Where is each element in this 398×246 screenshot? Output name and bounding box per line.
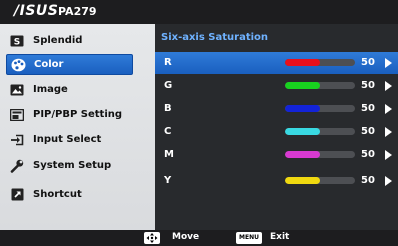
saturation-slider-y[interactable] (285, 177, 355, 184)
row-label: R (164, 57, 172, 68)
menu-item-system-setup[interactable]: System Setup (6, 155, 133, 176)
row-value: 50 (361, 103, 375, 114)
saturation-slider-c[interactable] (285, 128, 355, 135)
brand-logo: /ISUS (14, 3, 59, 19)
saturation-row-r[interactable]: R 50 (155, 52, 398, 74)
menu-item-label: Splendid (33, 35, 83, 46)
pip-pbp-icon (9, 107, 25, 123)
menu-item-label: Shortcut (33, 189, 82, 200)
menu-item-image[interactable]: Image (6, 79, 133, 100)
move-label: Move (172, 232, 200, 242)
row-label: M (164, 149, 174, 160)
menu-item-shortcut[interactable]: Shortcut (6, 184, 133, 205)
row-value: 50 (361, 57, 375, 68)
menu-item-input-select[interactable]: Input Select (6, 129, 133, 150)
row-value: 50 (361, 149, 375, 160)
exit-label: Exit (270, 232, 290, 242)
arrow-right-icon (385, 81, 392, 91)
menu-item-label: Input Select (33, 134, 102, 145)
settings-panel: Six-axis Saturation R 50 G 50 B 50 C 50 (155, 24, 398, 230)
menu-item-label: Image (33, 84, 68, 95)
saturation-slider-m[interactable] (285, 151, 355, 158)
input-select-icon (9, 132, 25, 148)
saturation-slider-g[interactable] (285, 82, 355, 89)
shortcut-icon (9, 187, 25, 203)
arrow-right-icon (385, 150, 392, 160)
saturation-slider-b[interactable] (285, 105, 355, 112)
arrow-right-icon (385, 104, 392, 114)
arrow-right-icon (385, 127, 392, 137)
row-value: 50 (361, 175, 375, 186)
row-value: 50 (361, 126, 375, 137)
row-value: 50 (361, 80, 375, 91)
saturation-row-y[interactable]: Y 50 (155, 170, 398, 192)
panel-title: Six-axis Saturation (161, 32, 269, 43)
joystick-icon (144, 232, 160, 244)
wrench-icon (9, 158, 25, 174)
row-label: G (164, 80, 173, 91)
image-icon (9, 82, 25, 98)
arrow-right-icon (385, 176, 392, 186)
splendid-icon: S (9, 33, 25, 49)
saturation-row-m[interactable]: M 50 (155, 144, 398, 166)
menu-item-color[interactable]: Color (6, 54, 133, 75)
header-bar: /ISUS PA279 (0, 0, 398, 24)
palette-icon (10, 57, 26, 73)
main-menu: S Splendid Color Image PIP/PBP Setting I… (0, 24, 155, 230)
model-name: PA279 (58, 5, 97, 18)
saturation-slider-r[interactable] (285, 59, 355, 66)
row-label: C (164, 126, 172, 137)
menu-item-label: PIP/PBP Setting (33, 109, 123, 120)
row-label: B (164, 103, 172, 114)
saturation-row-g[interactable]: G 50 (155, 75, 398, 97)
saturation-row-c[interactable]: C 50 (155, 121, 398, 143)
saturation-row-b[interactable]: B 50 (155, 98, 398, 120)
menu-item-label: Color (34, 59, 64, 70)
menu-item-label: System Setup (33, 160, 112, 171)
menu-item-pip-pbp[interactable]: PIP/PBP Setting (6, 104, 133, 125)
footer-bar: Move MENU Exit (0, 230, 398, 246)
menu-key-badge: MENU (236, 232, 262, 244)
osd-window: /ISUS PA279 S Splendid Color Image PIP/P… (0, 0, 398, 246)
row-label: Y (164, 175, 172, 186)
menu-item-splendid[interactable]: S Splendid (6, 30, 133, 51)
svg-text:S: S (14, 37, 20, 47)
arrow-right-icon (385, 58, 392, 68)
